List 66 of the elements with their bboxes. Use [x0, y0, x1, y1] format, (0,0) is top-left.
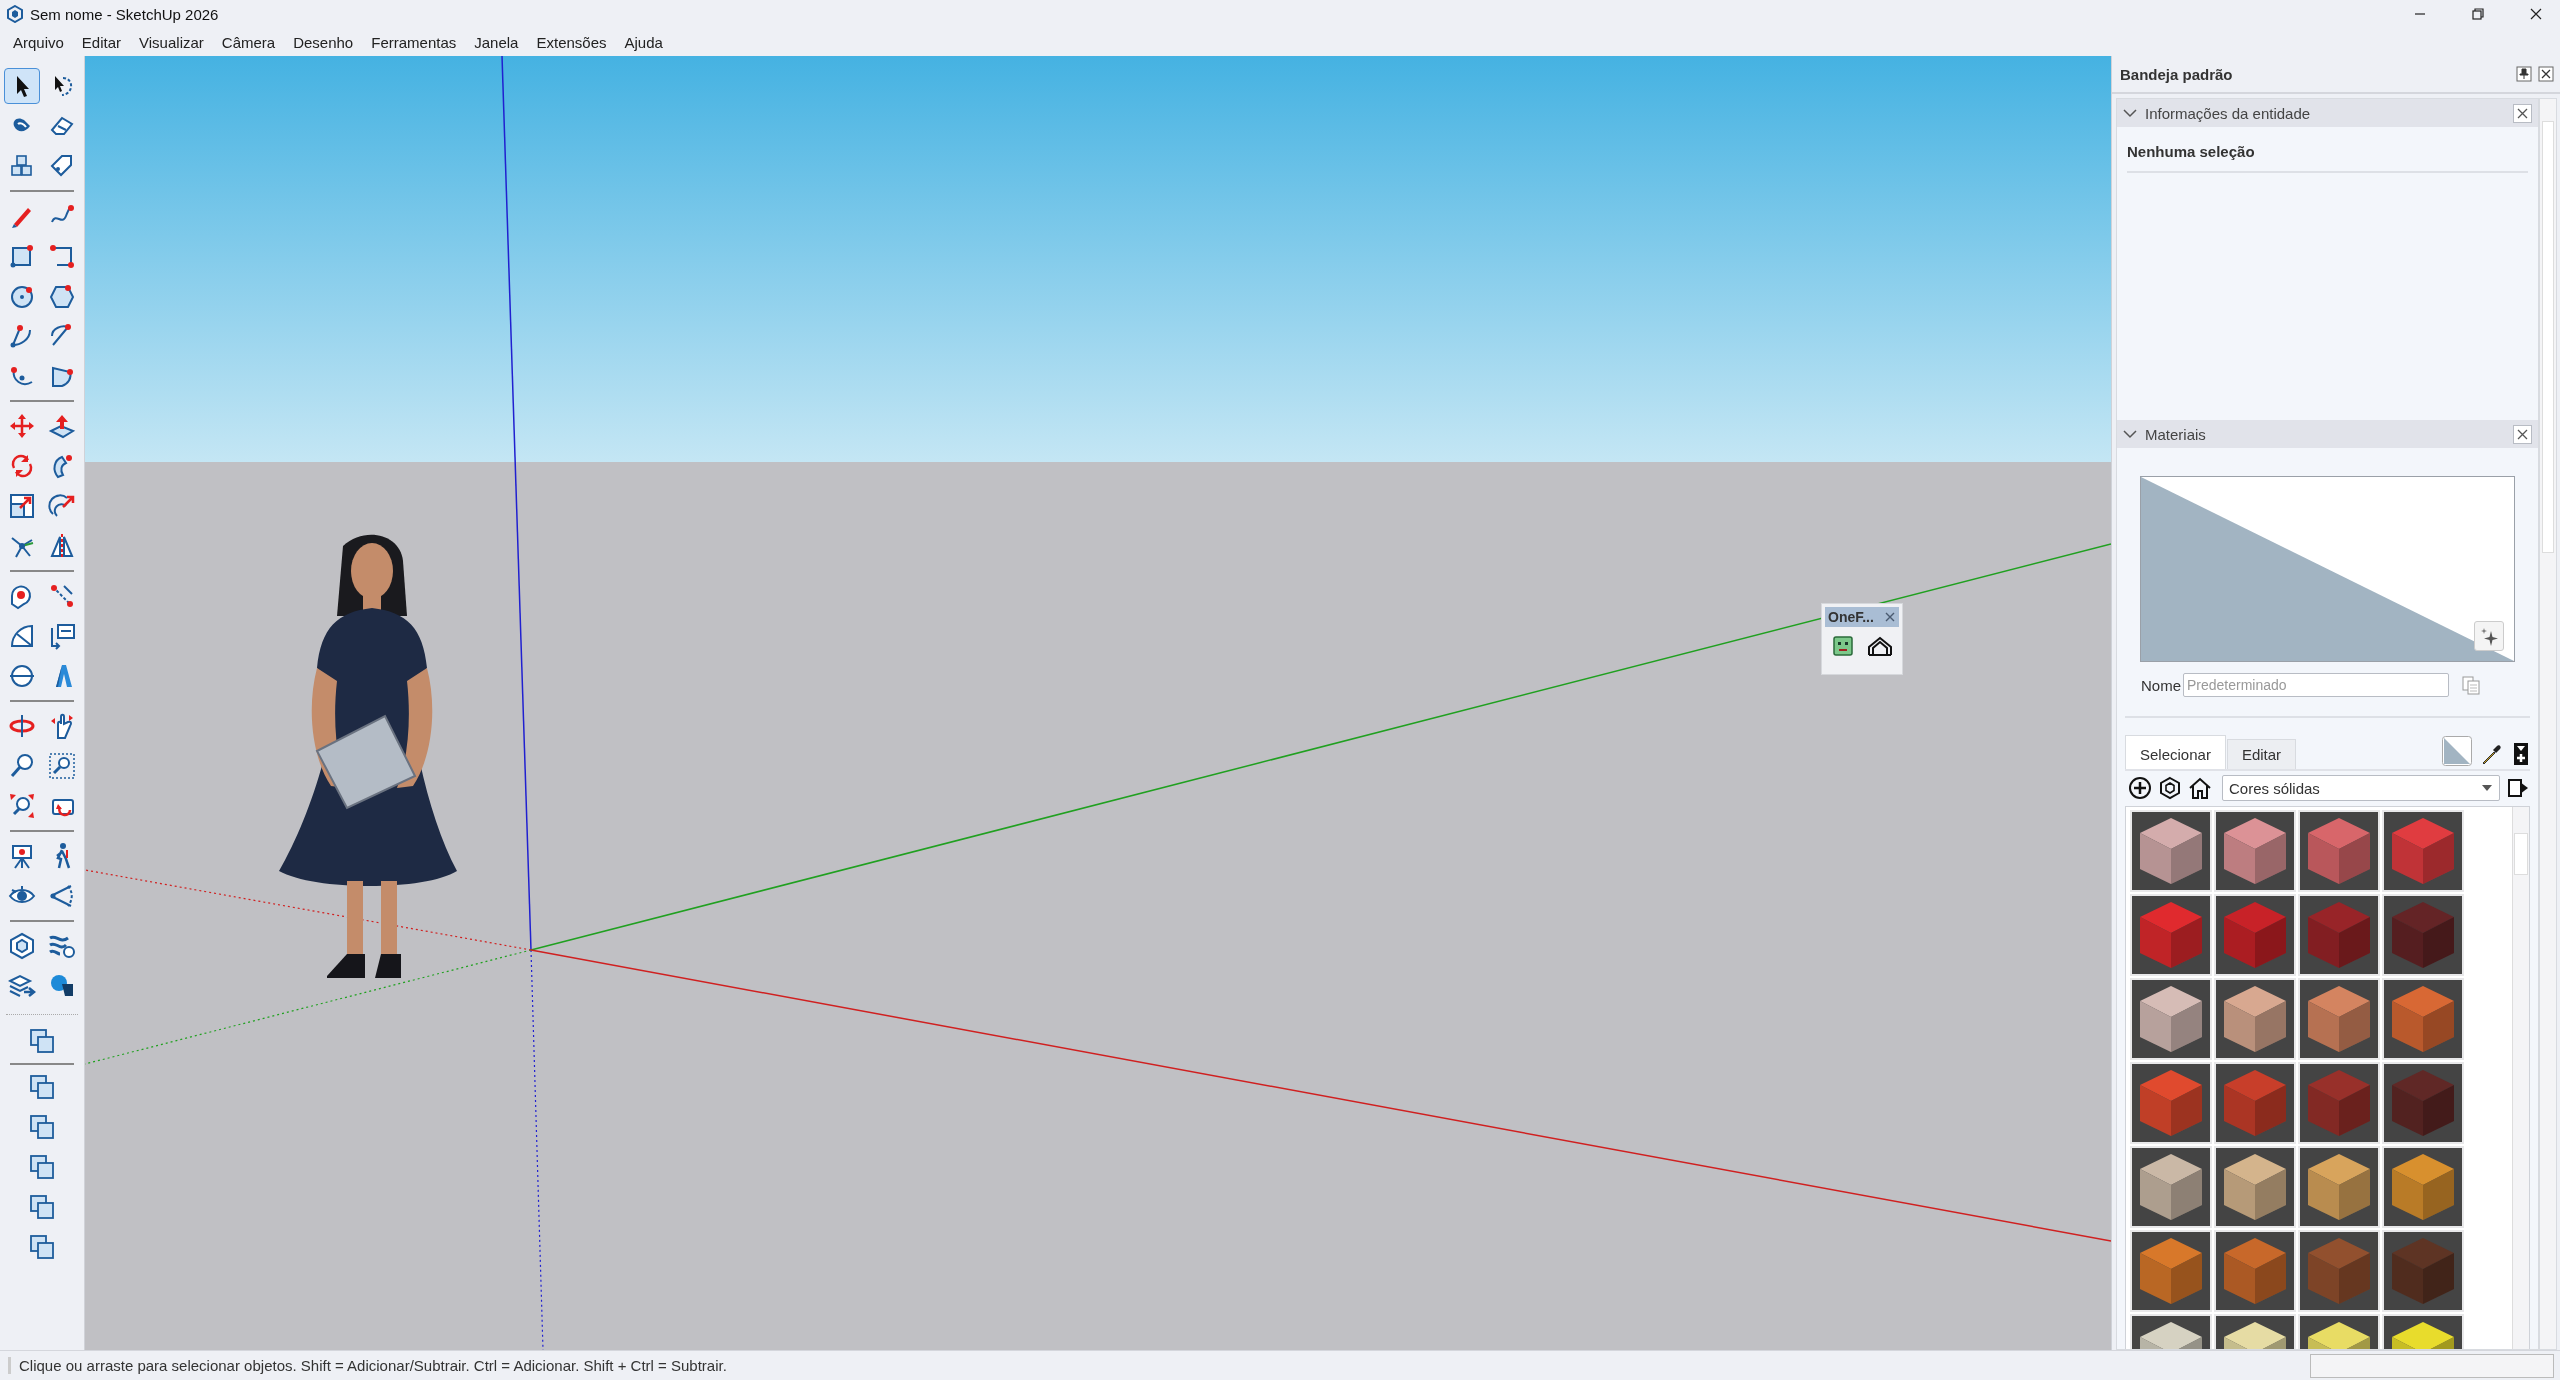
- material-swatch[interactable]: [2130, 810, 2212, 892]
- material-swatch-icon[interactable]: [2442, 736, 2472, 766]
- chevron-icon[interactable]: [2123, 106, 2137, 120]
- menu-item[interactable]: Ferramentas: [362, 30, 466, 54]
- material-swatch[interactable]: [2382, 810, 2464, 892]
- name-field[interactable]: Predeterminado: [2183, 673, 2449, 697]
- material-swatch[interactable]: [2298, 1062, 2380, 1144]
- material-swatch[interactable]: [2298, 978, 2380, 1060]
- tab[interactable]: Editar: [2226, 739, 2297, 769]
- menu-item[interactable]: Desenho: [284, 30, 363, 54]
- menu-item[interactable]: Câmera: [212, 30, 285, 54]
- material-swatch[interactable]: [2214, 1062, 2296, 1144]
- house-outline-icon[interactable]: [1866, 635, 1893, 657]
- window-title: Sem nome - SketchUp 2026: [30, 5, 219, 23]
- export-arrow-icon[interactable]: [2506, 776, 2530, 800]
- material-swatch[interactable]: [2298, 894, 2380, 976]
- material-swatch[interactable]: [2130, 978, 2212, 1060]
- collection-dropdown[interactable]: Cores sólidas: [2222, 775, 2500, 801]
- material-swatch[interactable]: [2214, 894, 2296, 976]
- scrollbar[interactable]: [2512, 807, 2529, 1349]
- material-swatch[interactable]: [2130, 1230, 2212, 1312]
- panel-header[interactable]: Materiais: [2117, 420, 2538, 448]
- app-logo-icon: [6, 5, 24, 23]
- material-swatch[interactable]: [2382, 1230, 2464, 1312]
- material-swatch[interactable]: [2298, 810, 2380, 892]
- tab[interactable]: Selecionar: [2125, 735, 2226, 769]
- material-swatch[interactable]: [2382, 894, 2464, 976]
- material-swatch[interactable]: [2298, 1230, 2380, 1312]
- panel-header[interactable]: Informações da entidade: [2117, 99, 2538, 127]
- material-swatch[interactable]: [2214, 810, 2296, 892]
- material-swatch[interactable]: [2382, 1146, 2464, 1228]
- menu-item[interactable]: Arquivo: [4, 30, 73, 54]
- panel-title: Materiais: [2145, 425, 2207, 443]
- smiley-block-icon[interactable]: [1831, 635, 1854, 657]
- scrollbar[interactable]: [2539, 98, 2557, 1350]
- material-swatch[interactable]: [2298, 1146, 2380, 1228]
- measurements-field[interactable]: [2310, 1353, 2554, 1378]
- material-swatch[interactable]: [2130, 1062, 2212, 1144]
- model-materials-icon[interactable]: [2158, 776, 2182, 800]
- material-swatch[interactable]: [2214, 978, 2296, 1060]
- pin-icon[interactable]: [2516, 66, 2532, 82]
- field-label: Nome: [2141, 676, 2182, 694]
- add-icon[interactable]: [2128, 776, 2152, 800]
- menu-item[interactable]: Visualizar: [130, 30, 213, 54]
- menu-item[interactable]: Editar: [72, 30, 131, 54]
- menu-item[interactable]: Ajuda: [615, 30, 672, 54]
- menu-item[interactable]: Janela: [465, 30, 528, 54]
- material-swatch[interactable]: [2382, 978, 2464, 1060]
- material-swatch[interactable]: [2130, 894, 2212, 976]
- home-icon[interactable]: [2188, 776, 2212, 800]
- material-swatch[interactable]: [2214, 1146, 2296, 1228]
- selection-status: Nenhuma seleção: [2127, 127, 2528, 173]
- pane-toggle-icon[interactable]: [2512, 742, 2530, 766]
- material-swatch[interactable]: [2130, 1146, 2212, 1228]
- tray-title: Bandeja padrão: [2120, 65, 2234, 83]
- menu-item[interactable]: Extensões: [527, 30, 616, 54]
- caret-icon: [2481, 784, 2493, 792]
- close-icon[interactable]: [2513, 424, 2532, 444]
- panel-title: Informações da entidade: [2145, 104, 2312, 122]
- toolbar-title: OneF...: [1828, 609, 1874, 625]
- chevron-icon[interactable]: [2123, 427, 2137, 441]
- eyedropper-icon[interactable]: [2480, 742, 2504, 766]
- close-icon[interactable]: [2513, 103, 2532, 123]
- material-swatch[interactable]: [2382, 1062, 2464, 1144]
- close-icon[interactable]: [2538, 66, 2554, 82]
- material-swatch[interactable]: [2214, 1230, 2296, 1312]
